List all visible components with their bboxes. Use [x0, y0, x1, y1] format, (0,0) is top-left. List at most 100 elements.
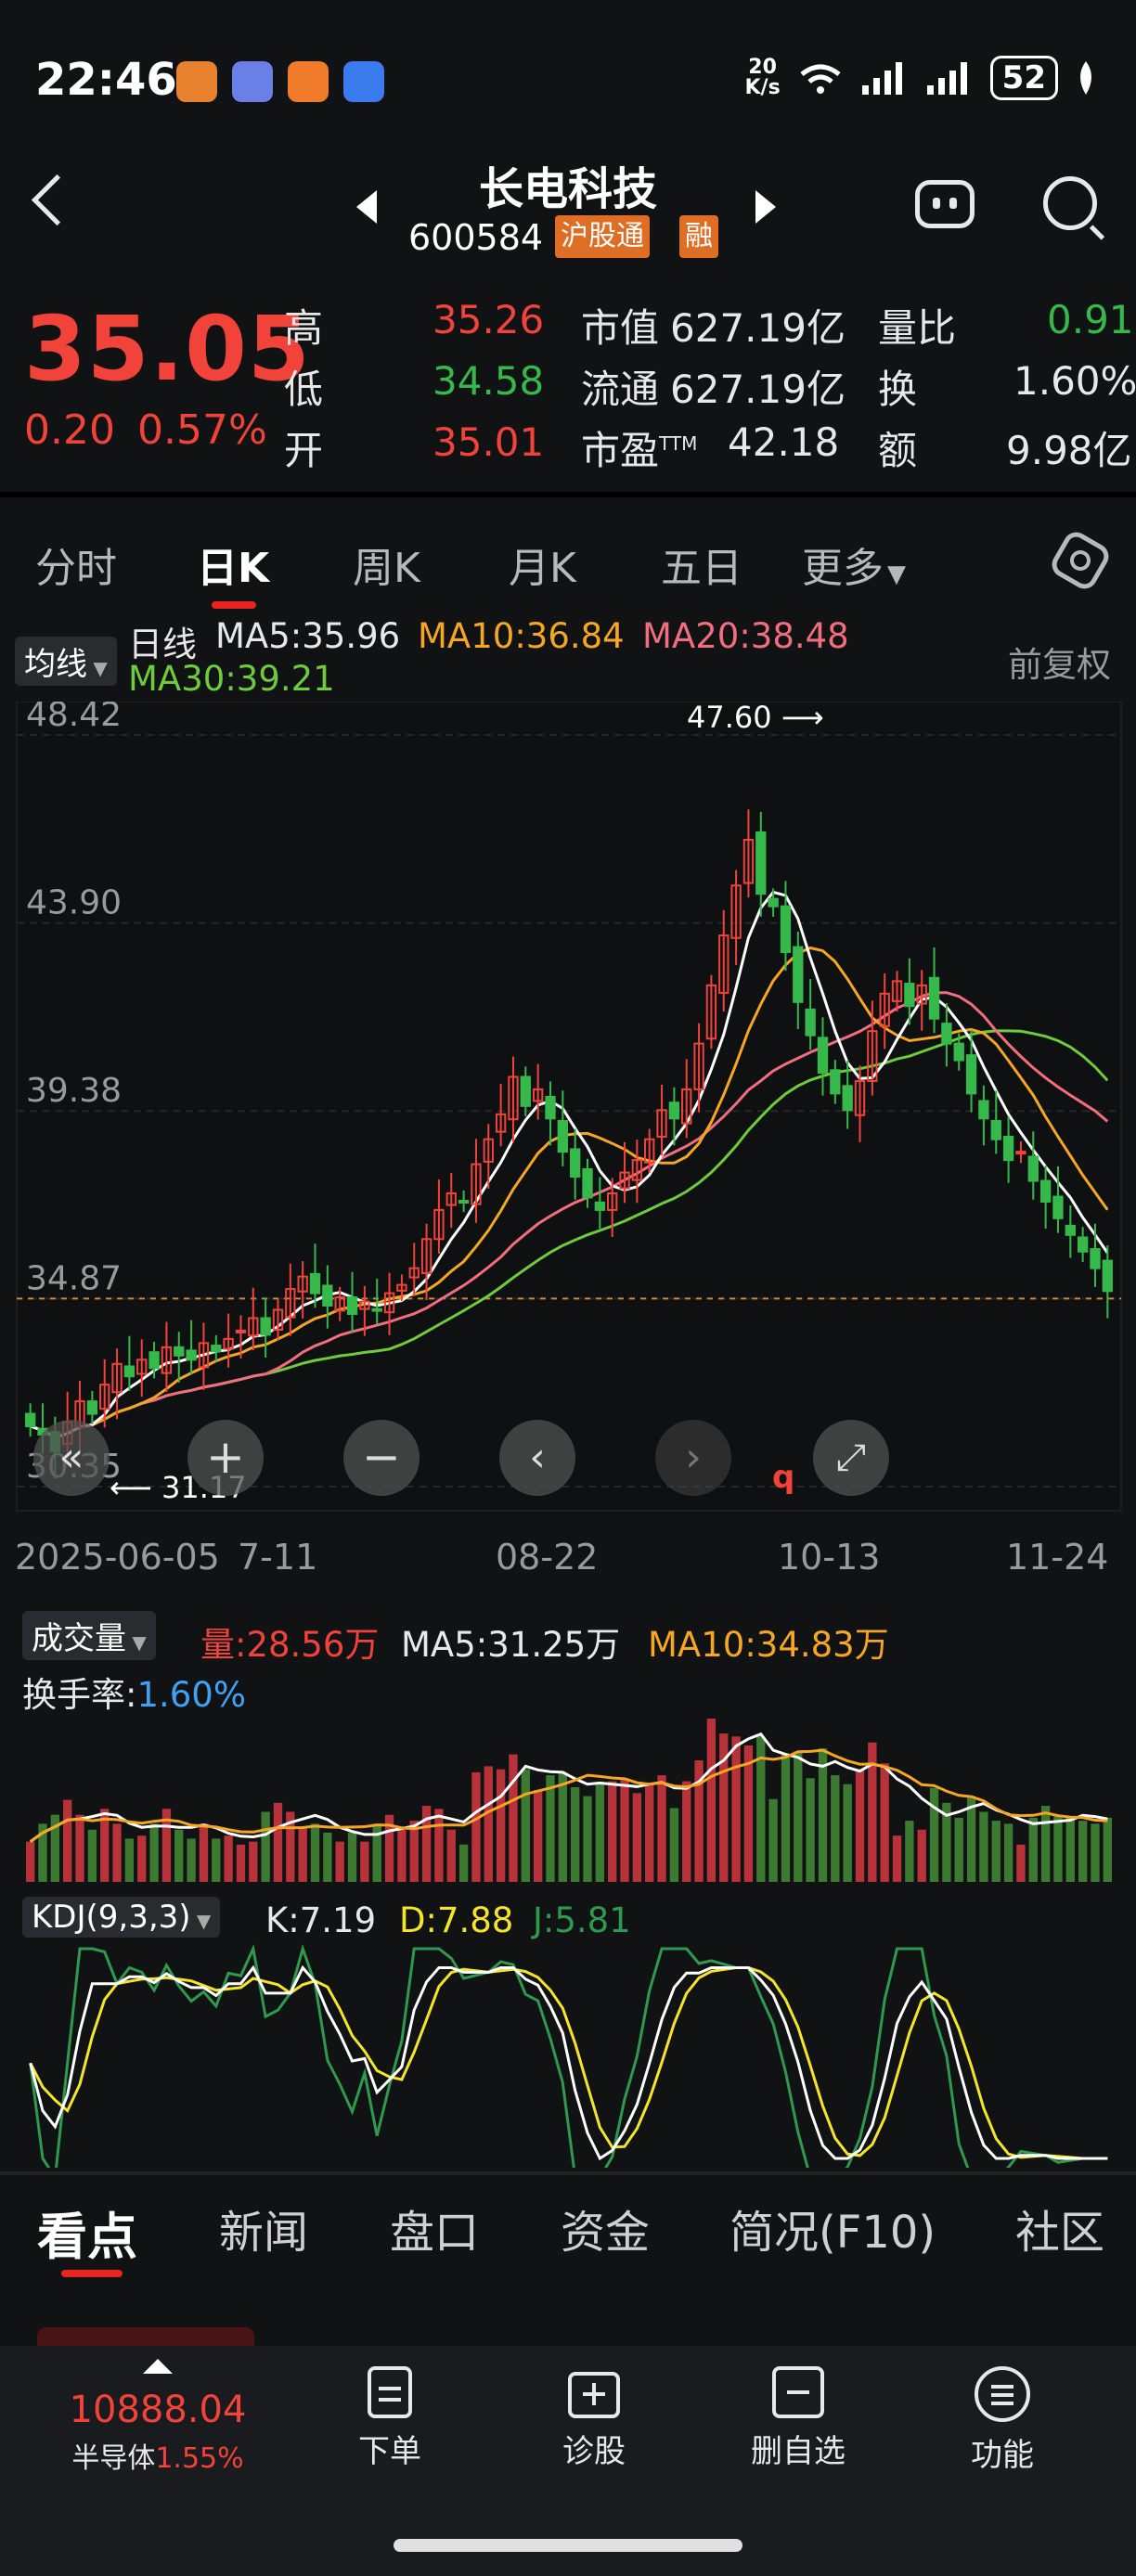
tab-highlights[interactable]: 看点	[37, 2196, 137, 2269]
message-app-icon	[232, 61, 273, 102]
kdj-chart[interactable]	[0, 1939, 1136, 2168]
candle-body	[842, 1085, 853, 1112]
candle-body	[371, 1307, 382, 1312]
candle-body	[148, 1351, 160, 1370]
x-label-5: 11-24	[1006, 1537, 1109, 1578]
candle-body	[1002, 1136, 1014, 1162]
home-indicator[interactable]	[394, 2539, 742, 2552]
event-marker-icon[interactable]: q	[772, 1459, 794, 1496]
search-icon[interactable]	[1043, 176, 1097, 230]
volume-bar	[75, 1814, 84, 1882]
tab-timeshare[interactable]: 分时	[35, 535, 117, 594]
tab-fund-flow[interactable]: 资金	[561, 2196, 650, 2260]
tab-daily-k[interactable]: 日K	[197, 535, 269, 594]
medical-kit-icon	[568, 2372, 620, 2418]
volume-bar	[174, 1829, 184, 1882]
candle-body	[322, 1284, 333, 1307]
volume-bar	[360, 1841, 369, 1882]
nav-remove-watchlist[interactable]: 删自选	[742, 2366, 854, 2471]
stock-code: 600584	[408, 217, 544, 258]
volume-bar	[484, 1766, 493, 1882]
volume-bar	[212, 1838, 221, 1882]
volume-bar	[595, 1784, 605, 1882]
ma-selector[interactable]: 均线 ▼	[15, 637, 117, 686]
volume-bar	[261, 1811, 270, 1882]
tab-monthly-k[interactable]: 月K	[509, 535, 576, 594]
tab-weekly-k[interactable]: 周K	[353, 535, 420, 594]
candle-body	[941, 1023, 952, 1045]
volume-bar	[954, 1817, 963, 1882]
price-change: 0.20	[24, 406, 115, 454]
price-change-pct: 0.57%	[137, 406, 267, 454]
volume-bar	[1103, 1817, 1112, 1882]
tab-community[interactable]: 社区	[1015, 2196, 1104, 2260]
y-tick-label: 39.38	[26, 1072, 122, 1110]
margin-badge: 融	[679, 215, 718, 258]
volume-bar	[1065, 1817, 1075, 1882]
quote-panel: 35.05 0.20 0.57% 高 35.26 低 34.58 开 35.01…	[0, 278, 1136, 490]
kdj-lines	[29, 1944, 1108, 2168]
volume-selector[interactable]: 成交量 ▼	[22, 1611, 156, 1660]
volume-bar	[558, 1771, 567, 1882]
collapse-icon[interactable]: «	[33, 1420, 110, 1496]
fullscreen-icon[interactable]: ⤢	[813, 1420, 889, 1496]
volume-bar	[224, 1835, 233, 1882]
zoom-out-icon[interactable]: −	[343, 1420, 420, 1496]
nav-functions[interactable]: 功能	[947, 2366, 1058, 2475]
high-label: 高	[284, 305, 324, 351]
volume-bar	[892, 1835, 902, 1882]
tab-five-day[interactable]: 五日	[661, 535, 742, 594]
candle-body	[570, 1148, 581, 1179]
amount-value: 9.98亿	[1006, 428, 1132, 473]
tab-f10[interactable]: 简况(F10)	[729, 2196, 936, 2260]
volume-bar	[583, 1796, 592, 1882]
high-value: 35.26	[432, 297, 545, 342]
toutiao-app-icon	[288, 61, 329, 102]
tab-more[interactable]: 更多 ▼	[802, 535, 906, 594]
candle-body	[211, 1345, 222, 1353]
pan-left-icon[interactable]: ‹	[499, 1420, 575, 1496]
low-value: 34.58	[432, 358, 545, 404]
candle-body	[346, 1296, 358, 1315]
volume-bar	[434, 1809, 444, 1882]
next-stock-icon[interactable]	[755, 190, 776, 224]
candle-body	[928, 976, 940, 1020]
volume-bar	[818, 1748, 828, 1882]
tab-order-book[interactable]: 盘口	[390, 2196, 479, 2260]
stock-header: 长电科技 600584 沪股通 融	[0, 139, 1136, 278]
volume-bar	[26, 1841, 35, 1882]
candle-body	[953, 1042, 964, 1062]
candle-body	[990, 1119, 1001, 1140]
candle-body	[830, 1069, 841, 1095]
nav-diagnose[interactable]: 诊股	[538, 2366, 650, 2471]
x-label-start: 2025-06-05	[15, 1537, 220, 1578]
signal-icon-2	[926, 62, 967, 95]
volume-bar	[533, 1790, 543, 1882]
volume-chart[interactable]	[0, 1713, 1136, 1886]
kdj-d-value: D:7.88	[399, 1900, 514, 1940]
minus-box-icon	[772, 2366, 824, 2418]
x-label-4: 10-13	[778, 1537, 881, 1578]
y-tick-label: 34.87	[26, 1259, 122, 1297]
index-widget[interactable]: 10888.04 半导体1.55%	[37, 2359, 278, 2476]
zoom-in-icon[interactable]: +	[187, 1420, 264, 1496]
pan-right-icon[interactable]: ›	[655, 1420, 731, 1496]
volume-bar	[347, 1832, 357, 1882]
volume-bars	[26, 1719, 1112, 1882]
volume-bar	[979, 1811, 988, 1882]
candle-body	[668, 1101, 680, 1120]
candle-body	[186, 1349, 197, 1361]
candle-body	[805, 1008, 816, 1037]
kdj-selector[interactable]: KDJ(9,3,3) ▼	[22, 1897, 221, 1938]
robot-assistant-icon[interactable]	[915, 180, 975, 228]
tab-news[interactable]: 新闻	[219, 2196, 308, 2260]
volume-bar	[880, 1763, 889, 1882]
nav-order[interactable]: 下单	[334, 2366, 445, 2471]
adjust-mode[interactable]: 前复权	[1008, 637, 1111, 687]
candle-body	[1102, 1259, 1113, 1293]
candle-body	[1077, 1236, 1089, 1253]
open-value: 35.01	[432, 419, 545, 465]
candle-body	[780, 905, 792, 953]
chart-settings-icon[interactable]	[1047, 527, 1114, 594]
content-card-peek	[37, 2327, 254, 2346]
